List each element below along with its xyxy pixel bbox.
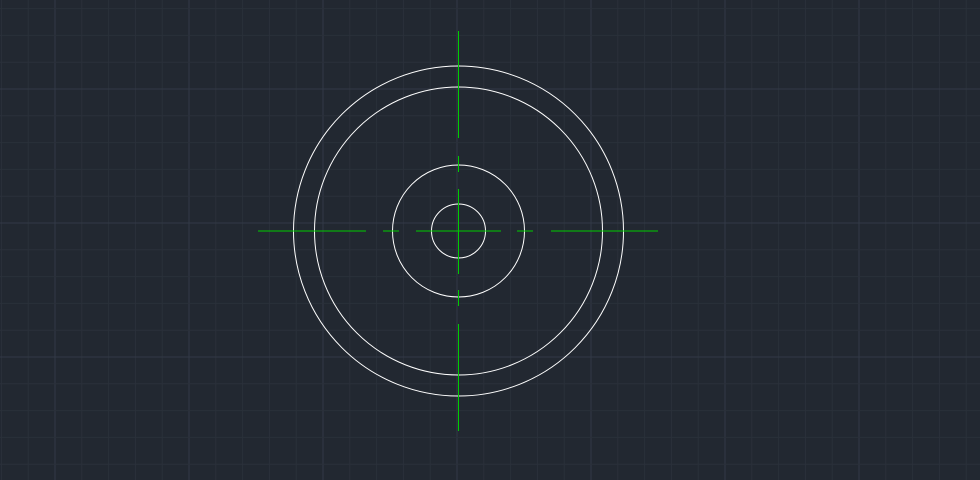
drawing-canvas[interactable] — [0, 0, 980, 480]
cad-drawing-viewport[interactable] — [0, 0, 980, 480]
centerline-layer — [258, 31, 658, 431]
background-grid — [0, 0, 980, 480]
